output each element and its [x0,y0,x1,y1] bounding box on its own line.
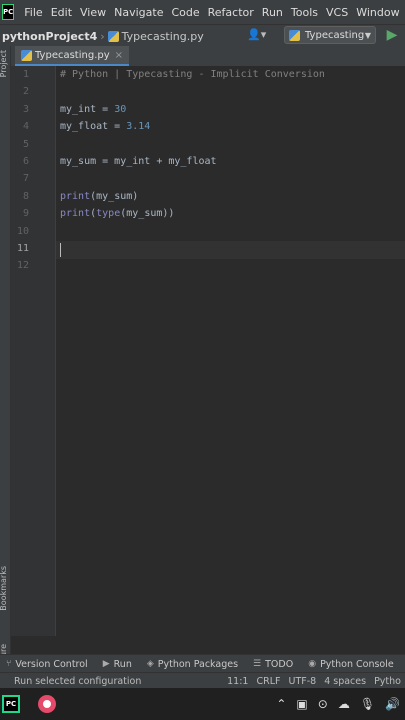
python-file-icon [21,49,32,61]
python-packages-label: Python Packages [157,658,239,670]
run-label: Run [113,658,132,670]
chevron-down-icon: ▼ [364,30,371,40]
project-tool-tab[interactable]: Project [0,50,8,77]
python-interpreter[interactable]: Pytho [370,676,405,687]
code-token: my_sum = my_int + my_float [60,156,217,167]
network-icon[interactable]: ⊙ [313,697,333,711]
line-number[interactable]: 11 [15,243,29,254]
breadcrumb-separator-icon: › [100,29,105,43]
menu-file[interactable]: File [20,6,46,19]
line-number[interactable]: 1 [15,69,29,80]
line-number[interactable]: 6 [15,156,29,167]
left-tool-strip: Project Bookmarks Structure [0,46,11,681]
status-bar: Run selected configuration 11:1 CRLF UTF… [0,672,405,689]
python-console-label: Python Console [320,658,394,670]
code-token: my_int = [60,103,115,115]
bottom-tool-bar: ⑂ Version Control ▶ Run ◈ Python Package… [0,654,405,673]
line-separator[interactable]: CRLF [252,676,284,687]
python-console-tab[interactable]: ◉ Python Console [302,659,403,670]
code-editor[interactable]: # Python | Typecasting - Implicit Conver… [56,66,405,636]
code-token: (my_sum) [90,190,139,202]
run-tab[interactable]: ▶ Run [97,659,141,670]
line-number[interactable]: 8 [15,191,29,202]
line-number[interactable]: 7 [15,173,29,184]
python-packages-tab[interactable]: ◈ Python Packages [141,659,247,670]
run-button[interactable]: ▶ [384,27,400,43]
todo-icon: ☰ [253,659,262,669]
menu-bar: PC File Edit View Navigate Code Refactor… [0,0,405,24]
line-number[interactable]: 10 [15,226,29,237]
bookmarks-tool-tab[interactable]: Bookmarks [0,566,8,611]
code-token: 3.14 [126,121,151,133]
microphone-icon[interactable]: 🎙 [355,697,380,711]
pycharm-logo-icon: PC [2,4,15,20]
line-number[interactable]: 3 [15,104,29,115]
menu-navigate[interactable]: Navigate [110,6,167,19]
todo-label: TODO [265,658,294,670]
breadcrumb-project[interactable]: pythonProject4 [0,30,97,43]
editor-tab-bar: Typecasting.py × [11,46,405,67]
tab-label: Typecasting.py [35,49,110,61]
menu-edit[interactable]: Edit [47,6,76,19]
volume-icon[interactable]: 🔊 [380,697,405,711]
python-file-icon [107,30,119,42]
user-icon[interactable]: 👤▾ [247,28,267,42]
file-encoding[interactable]: UTF-8 [284,676,320,687]
menu-view[interactable]: View [76,6,110,19]
python-console-icon: ◉ [308,659,317,669]
line-number[interactable]: 9 [15,208,29,219]
line-number[interactable]: 12 [15,260,29,271]
record-icon[interactable] [38,695,56,713]
indent-setting[interactable]: 4 spaces [320,676,370,687]
breadcrumb-file[interactable]: Typecasting.py [122,30,204,43]
python-config-icon [289,29,300,41]
code-token: print [60,208,91,220]
menu-refactor[interactable]: Refactor [204,6,258,19]
menu-tools[interactable]: Tools [287,6,322,19]
todo-tab[interactable]: ☰ TODO [247,659,302,670]
menu-run[interactable]: Run [258,6,287,19]
pycharm-taskbar-icon[interactable]: PC [2,695,20,713]
menu-vcs[interactable]: VCS [322,6,352,19]
run-configuration-label: Typecasting [305,29,365,41]
run-configuration-dropdown[interactable]: Typecasting ▼ [284,26,376,44]
line-number[interactable]: 2 [15,86,29,97]
chevron-up-icon[interactable]: ⌃ [271,697,291,711]
run-icon: ▶ [102,659,110,669]
caret-position[interactable]: 11:1 [223,676,252,687]
version-control-label: Version Control [15,658,88,670]
line-number[interactable]: 4 [15,121,29,132]
text-caret [60,243,61,257]
caret-row-highlight [56,241,405,259]
version-control-icon: ⑂ [6,659,12,669]
code-line[interactable]: my_int = 30 [60,104,126,115]
code-token: (my_sum)) [120,208,175,220]
status-message: Run selected configuration [14,675,142,687]
screen-record-icon[interactable]: ▣ [291,697,312,711]
code-line[interactable]: my_float = 3.14 [60,121,150,132]
code-token: type [96,208,121,220]
line-number[interactable]: 5 [15,139,29,150]
code-line[interactable]: print(my_sum) [60,191,138,202]
code-token: my_float = [60,121,127,133]
code-token: # Python | Typecasting - Implicit Conver… [60,69,325,80]
os-taskbar: PC ⌃ ▣ ⊙ ☁ 🎙 🔊 [0,688,405,720]
tab-typecasting[interactable]: Typecasting.py × [15,46,130,66]
code-token: 30 [114,103,127,115]
line-number-gutter: 1 2 3 4 5 6 7 8 9 10 11 12 [11,66,56,636]
code-line[interactable]: print(type(my_sum)) [60,208,174,219]
close-icon[interactable]: × [115,50,123,61]
menu-code[interactable]: Code [167,6,203,19]
cloud-icon[interactable]: ☁ [333,697,355,711]
version-control-tab[interactable]: ⑂ Version Control [0,659,97,670]
code-token: print [60,190,91,202]
code-line[interactable]: # Python | Typecasting - Implicit Conver… [60,69,325,80]
code-line[interactable]: my_sum = my_int + my_float [60,156,217,167]
packages-icon: ◈ [146,659,154,669]
menu-window[interactable]: Window [352,6,403,19]
